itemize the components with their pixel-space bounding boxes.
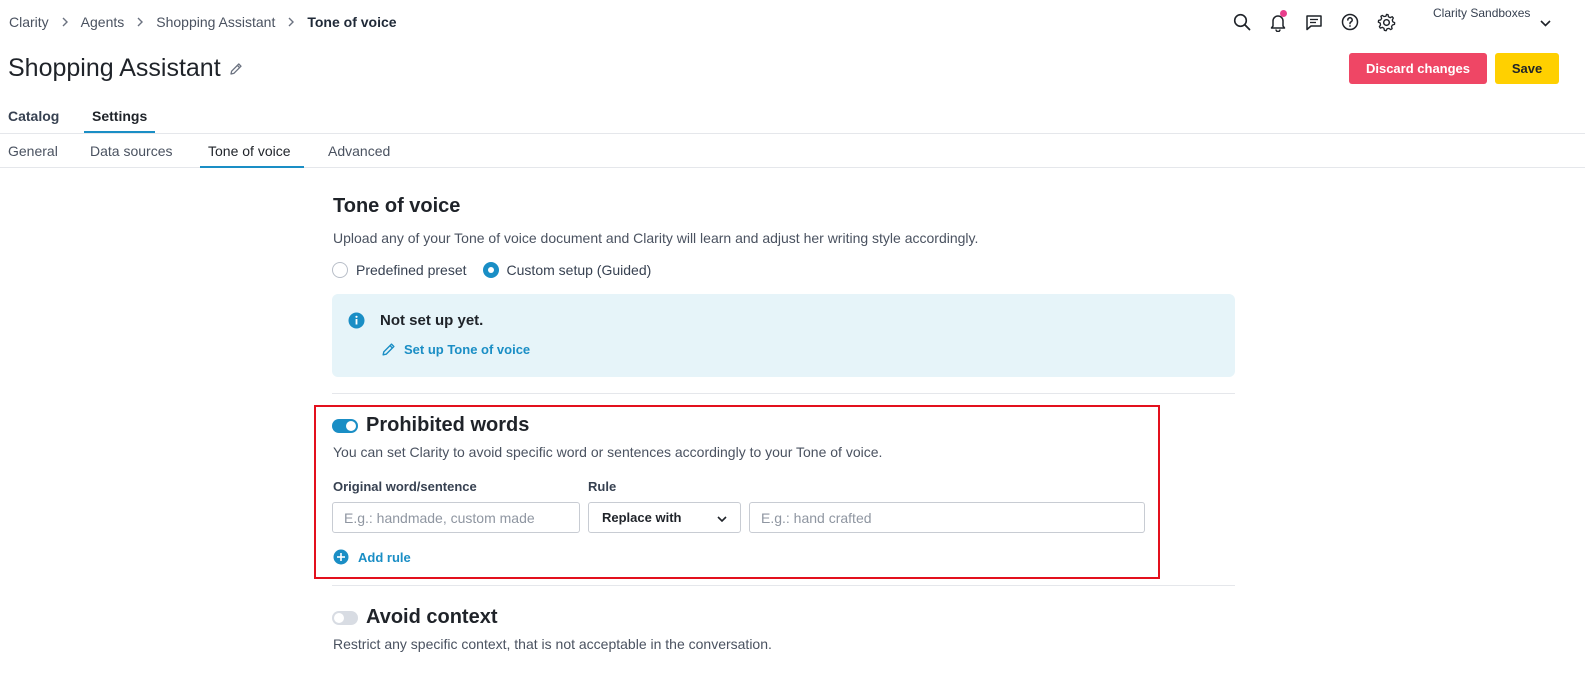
section-title: Tone of voice [333,195,461,217]
rule-label: Rule [588,479,617,494]
breadcrumb-item-shopping-assistant[interactable]: Shopping Assistant [156,14,275,30]
chevron-right-icon [136,15,144,30]
setup-tone-of-voice-link[interactable]: Set up Tone of voice [381,342,530,357]
info-icon [348,312,365,334]
setup-link-label: Set up Tone of voice [404,342,531,357]
pencil-icon [382,343,395,356]
top-icon-bar [1224,10,1404,33]
chevron-down-icon [1540,16,1551,30]
plus-circle-icon [333,549,349,565]
rule-select-value: Replace with [602,510,682,525]
search-icon[interactable] [1224,11,1260,33]
divider [332,585,1235,586]
radio-predefined-preset[interactable]: Predefined preset [332,262,467,278]
avoid-context-description: Restrict any specific context, that is n… [333,636,772,652]
radio-label: Predefined preset [356,262,467,278]
original-word-input[interactable] [332,502,580,533]
main-tabs: Catalog Settings [0,100,1585,134]
top-bar: Clarity Agents Shopping Assistant Tone o… [0,0,1585,44]
pencil-icon[interactable] [229,62,243,76]
avoid-context-title: Avoid context [366,606,498,628]
info-banner: Not set up yet. Set up Tone of voice [332,294,1235,377]
add-rule-label: Add rule [358,549,411,565]
prohibited-words-description: You can set Clarity to avoid specific wo… [333,444,883,460]
breadcrumb-item-clarity[interactable]: Clarity [9,14,49,30]
subtab-data-sources[interactable]: Data sources [90,143,172,159]
radio-label: Custom setup (Guided) [506,262,652,278]
radio-circle-checked [482,262,499,278]
notification-badge [1280,10,1287,17]
breadcrumb: Clarity Agents Shopping Assistant Tone o… [9,14,397,30]
tab-catalog[interactable]: Catalog [8,108,59,124]
page-title: Shopping Assistant [8,54,243,83]
divider [332,393,1235,394]
page-title-text: Shopping Assistant [8,54,221,82]
prohibited-words-toggle[interactable] [332,419,358,433]
gear-icon[interactable] [1368,11,1404,33]
add-rule-button[interactable]: Add rule [333,549,411,565]
active-subtab-indicator [200,166,304,168]
info-title: Not set up yet. [380,312,484,329]
discard-changes-button[interactable]: Discard changes [1349,53,1487,84]
rule-select[interactable]: Replace with [588,502,741,533]
chevron-right-icon [287,15,295,30]
help-icon[interactable] [1332,11,1368,33]
subtab-advanced[interactable]: Advanced [328,143,390,159]
settings-sub-tabs: General Data sources Tone of voice Advan… [0,134,1585,168]
prohibited-words-title: Prohibited words [366,414,530,436]
section-description: Upload any of your Tone of voice documen… [333,230,979,246]
radio-circle [332,262,348,278]
chevron-down-icon [717,510,727,525]
subtab-general[interactable]: General [8,143,58,159]
account-switcher[interactable]: Clarity Sandboxes [1433,6,1551,30]
account-name: Clarity Sandboxes [1433,6,1531,20]
avoid-context-toggle[interactable] [332,611,358,625]
original-word-label: Original word/sentence [333,479,477,494]
subtab-tone-of-voice[interactable]: Tone of voice [208,143,291,159]
radio-custom-setup[interactable]: Custom setup (Guided) [482,262,652,278]
breadcrumb-item-agents[interactable]: Agents [81,14,125,30]
chat-icon[interactable] [1296,11,1332,33]
save-button[interactable]: Save [1495,53,1559,84]
replacement-input[interactable] [749,502,1145,533]
bell-icon[interactable] [1260,10,1296,33]
active-tab-indicator [84,131,155,133]
chevron-right-icon [61,15,69,30]
breadcrumb-current: Tone of voice [307,14,397,30]
tab-settings[interactable]: Settings [92,108,147,124]
tone-mode-radio-group: Predefined preset Custom setup (Guided) [332,262,667,278]
